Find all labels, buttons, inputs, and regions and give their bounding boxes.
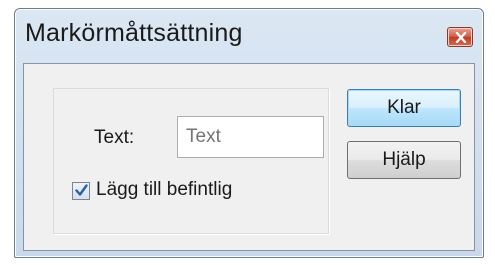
- options-group: Text: Lägg till befintlig: [53, 88, 329, 234]
- append-existing-checkbox[interactable]: [72, 182, 90, 200]
- checkmark-icon: [75, 184, 88, 196]
- title-bar[interactable]: Markörmåttsättning: [15, 9, 483, 63]
- close-icon: [455, 32, 467, 43]
- help-button[interactable]: Hjälp: [347, 141, 461, 179]
- text-label: Text:: [94, 127, 135, 148]
- close-button[interactable]: [447, 27, 473, 47]
- text-input[interactable]: [177, 116, 324, 158]
- window-title: Markörmåttsättning: [25, 19, 243, 47]
- dialog-body: Text: Lägg till befintlig Klar Hjälp: [23, 63, 475, 251]
- ok-button[interactable]: Klar: [347, 89, 461, 127]
- append-existing-label[interactable]: Lägg till befintlig: [96, 179, 232, 201]
- dialog-window: Markörmåttsättning Text: Lägg till befin…: [14, 8, 484, 258]
